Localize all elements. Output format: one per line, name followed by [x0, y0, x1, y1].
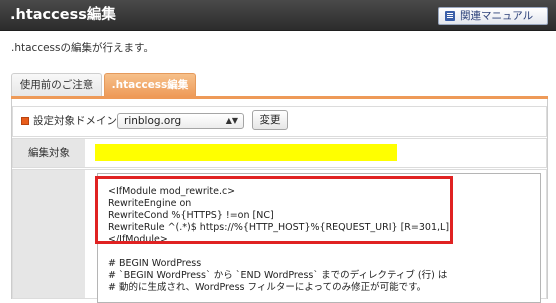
bullet-square-icon [21, 117, 29, 125]
annotation-highlight-box [95, 176, 453, 244]
page-title: .htaccess編集 [10, 7, 116, 23]
code-line: # `BEGIN WordPress` から `END WordPress` ま… [108, 270, 448, 281]
domain-label: 設定対象ドメイン [33, 115, 117, 127]
redacted-target-highlight [95, 144, 397, 161]
change-button[interactable]: 変更 [252, 110, 288, 130]
domain-select[interactable]: rinblog.org ▲▼ [117, 113, 244, 129]
code-line: # 動的に生成され、WordPress フィルターによってのみ修正が可能です。 [108, 282, 427, 293]
tab-precautions[interactable]: 使用前のご注意 [11, 73, 102, 97]
domain-select-value: rinblog.org [124, 115, 182, 127]
page-description: .htaccessの編集が行えます。 [11, 42, 154, 54]
target-label: 編集対象 [13, 139, 85, 167]
tab-htaccess-edit[interactable]: .htaccess編集 [104, 73, 196, 97]
domain-row: 設定対象ドメイン rinblog.org ▲▼ 変更 [12, 106, 547, 137]
page-header: .htaccess編集 関連マニュアル [0, 0, 556, 31]
code-line: # BEGIN WordPress [108, 258, 202, 269]
related-manual-label: 関連マニュアル [460, 10, 534, 22]
target-row: 編集対象 [12, 138, 547, 168]
related-manual-button[interactable]: 関連マニュアル [438, 7, 548, 25]
editor-label-cell [13, 170, 85, 298]
select-arrows-icon: ▲▼ [225, 116, 238, 125]
manual-book-icon [445, 11, 455, 21]
